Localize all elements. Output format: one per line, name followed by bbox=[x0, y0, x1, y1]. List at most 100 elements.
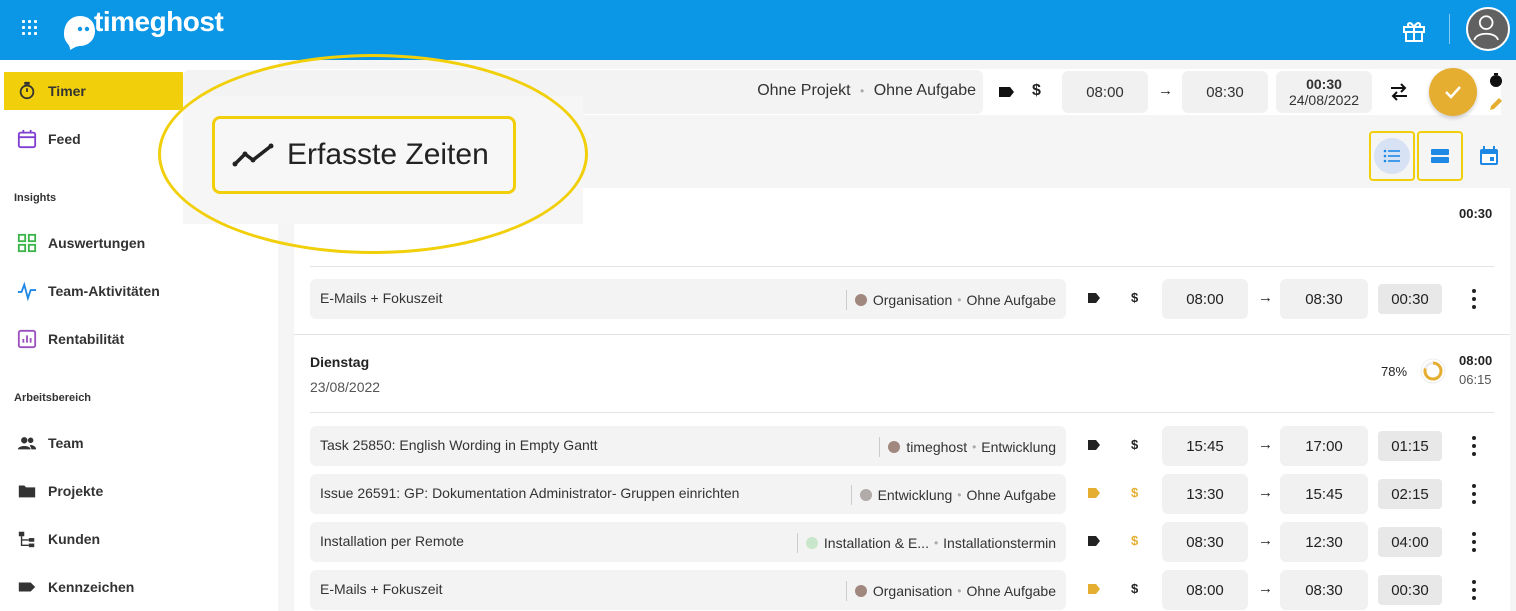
bullet-separator: • bbox=[957, 293, 962, 307]
entry-row[interactable]: E-Mails + Fokuszeit Organisation • Ohne Au… bbox=[310, 570, 1490, 610]
swap-icon[interactable] bbox=[1388, 82, 1410, 102]
group-percent: 78% bbox=[1381, 364, 1408, 379]
more-options-icon[interactable] bbox=[1468, 532, 1480, 552]
group-day: Dienstag bbox=[310, 354, 370, 370]
stopwatch-icon bbox=[16, 80, 38, 102]
callout-title-box: Erfasste Zeiten bbox=[212, 116, 516, 194]
billable-dollar-icon[interactable]: $ bbox=[1131, 290, 1138, 305]
entry-task: Ohne Aufgabe bbox=[966, 487, 1056, 503]
entry-project: Organisation bbox=[872, 583, 953, 599]
sidebar-item-kunden[interactable]: Kunden bbox=[4, 520, 278, 558]
timer-mode-icon[interactable] bbox=[1488, 72, 1504, 88]
confirm-button[interactable] bbox=[1429, 68, 1477, 116]
app-logo[interactable]: timeghost bbox=[60, 6, 224, 50]
list-icon bbox=[1383, 149, 1400, 163]
entry-start-time[interactable]: 13:30 bbox=[1162, 474, 1248, 514]
entry-duration[interactable]: 01:15 bbox=[1378, 431, 1442, 461]
entry-project-selector[interactable]: Organisation • Ohne Aufgabe bbox=[845, 581, 1056, 601]
entry-row[interactable]: E-Mails + Fokuszeit Organisation • Ohne Au… bbox=[310, 279, 1490, 319]
tag-icon[interactable] bbox=[999, 86, 1015, 98]
edit-pencil-icon[interactable] bbox=[1488, 96, 1504, 112]
more-options-icon[interactable] bbox=[1468, 580, 1480, 600]
billable-dollar-icon[interactable]: $ bbox=[1131, 533, 1138, 548]
sidebar-item-kennzeichen[interactable]: Kennzeichen bbox=[4, 568, 278, 606]
billable-dollar-icon[interactable]: $ bbox=[1032, 82, 1041, 100]
sidebar-item-label: Timer bbox=[48, 83, 86, 99]
entry-start-time[interactable]: 08:30 bbox=[1162, 522, 1248, 562]
topbar-divider bbox=[1449, 14, 1450, 44]
entry-project-selector[interactable]: Organisation • Ohne Aufgabe bbox=[845, 290, 1056, 310]
sidebar-item-label: Kennzeichen bbox=[48, 579, 135, 595]
billable-dollar-icon[interactable]: $ bbox=[1131, 485, 1138, 500]
calendar-view-icon[interactable] bbox=[1479, 146, 1499, 166]
sidebar-item-projekte[interactable]: Projekte bbox=[4, 472, 278, 510]
gift-icon[interactable] bbox=[1400, 16, 1428, 44]
sidebar-item-label: Feed bbox=[48, 131, 81, 147]
bullet-separator: • bbox=[957, 584, 962, 598]
arrow-right-icon: → bbox=[1258, 484, 1273, 501]
group-target: 06:15 bbox=[1459, 372, 1492, 387]
ghost-logo-icon bbox=[64, 16, 95, 50]
tag-icon[interactable] bbox=[1088, 584, 1100, 594]
more-options-icon[interactable] bbox=[1468, 289, 1480, 309]
sidebar-item-rentabilitaet[interactable]: Rentabilität bbox=[4, 320, 278, 358]
entry-end-time[interactable]: 08:30 bbox=[1280, 279, 1368, 319]
entry-duration[interactable]: 00:30 bbox=[1378, 284, 1442, 314]
list-view-button[interactable] bbox=[1369, 131, 1415, 181]
timer-start-input[interactable]: 08:00 bbox=[1062, 71, 1148, 113]
bullet-separator: • bbox=[933, 536, 939, 550]
entry-project-selector[interactable]: Entwicklung • Ohne Aufgabe bbox=[850, 485, 1056, 505]
group-date: 23/08/2022 bbox=[310, 379, 381, 395]
entry-duration[interactable]: 04:00 bbox=[1378, 527, 1442, 557]
sidebar-item-auswertungen[interactable]: Auswertungen bbox=[4, 224, 278, 262]
billable-dollar-icon[interactable]: $ bbox=[1131, 581, 1138, 596]
trend-line-icon bbox=[232, 143, 274, 167]
grouped-list-icon bbox=[1431, 149, 1449, 163]
billable-dollar-icon[interactable]: $ bbox=[1131, 437, 1138, 452]
tag-icon[interactable] bbox=[1088, 488, 1100, 498]
bullet-separator: • bbox=[957, 488, 962, 502]
timer-duration: 00:30 bbox=[1306, 76, 1342, 92]
tag-icon[interactable] bbox=[1088, 293, 1100, 303]
tag-icon[interactable] bbox=[1088, 536, 1100, 546]
entry-task: Entwicklung bbox=[981, 439, 1056, 455]
entry-end-time[interactable]: 08:30 bbox=[1280, 570, 1368, 610]
entry-project-selector[interactable]: timeghost • Entwicklung bbox=[879, 437, 1056, 457]
user-icon bbox=[1473, 15, 1499, 41]
tag-icon[interactable] bbox=[1088, 440, 1100, 450]
sidebar-item-team[interactable]: Team bbox=[4, 424, 278, 462]
activity-icon bbox=[16, 280, 38, 302]
project-color-dot bbox=[854, 294, 867, 306]
entry-row[interactable]: Installation per Remote Installation & E… bbox=[310, 522, 1490, 562]
project-color-dot bbox=[888, 441, 901, 453]
entry-row[interactable]: Task 25850: English Wording in Empty Gan… bbox=[310, 426, 1490, 466]
more-options-icon[interactable] bbox=[1468, 484, 1480, 504]
entry-description: Task 25850: English Wording in Empty Gan… bbox=[320, 437, 598, 453]
progress-ring-icon bbox=[1420, 358, 1446, 384]
section-insights: Insights bbox=[14, 192, 57, 204]
timer-project-label: Ohne Projekt bbox=[757, 82, 851, 99]
entry-end-time[interactable]: 15:45 bbox=[1280, 474, 1368, 514]
entry-project-selector[interactable]: Installation & E... • Installationstermin bbox=[796, 533, 1056, 553]
section-arbeitsbereich: Arbeitsbereich bbox=[14, 392, 92, 404]
project-color-dot bbox=[805, 537, 818, 549]
entry-end-time[interactable]: 17:00 bbox=[1280, 426, 1368, 466]
sidebar-item-label: Team bbox=[48, 435, 84, 451]
entry-start-time[interactable]: 15:45 bbox=[1162, 426, 1248, 466]
timer-duration-box[interactable]: 00:30 24/08/2022 bbox=[1276, 71, 1372, 113]
apps-grid-icon[interactable] bbox=[22, 20, 38, 36]
grouped-view-button[interactable] bbox=[1417, 131, 1463, 181]
more-options-icon[interactable] bbox=[1468, 436, 1480, 456]
entry-row[interactable]: Issue 26591: GP: Dokumentation Administr… bbox=[310, 474, 1490, 514]
calendar-icon bbox=[16, 128, 38, 150]
timer-end-input[interactable]: 08:30 bbox=[1182, 71, 1268, 113]
sidebar-item-team-aktivitaeten[interactable]: Team-Aktivitäten bbox=[4, 272, 278, 310]
entry-duration[interactable]: 00:30 bbox=[1378, 575, 1442, 605]
timer-project-selector[interactable]: Ohne Projekt • Ohne Aufgabe bbox=[757, 82, 976, 100]
entry-end-time[interactable]: 12:30 bbox=[1280, 522, 1368, 562]
entry-start-time[interactable]: 08:00 bbox=[1162, 570, 1248, 610]
entry-duration[interactable]: 02:15 bbox=[1378, 479, 1442, 509]
entry-start-time[interactable]: 08:00 bbox=[1162, 279, 1248, 319]
chart-icon bbox=[16, 328, 38, 350]
user-avatar[interactable] bbox=[1466, 7, 1510, 51]
